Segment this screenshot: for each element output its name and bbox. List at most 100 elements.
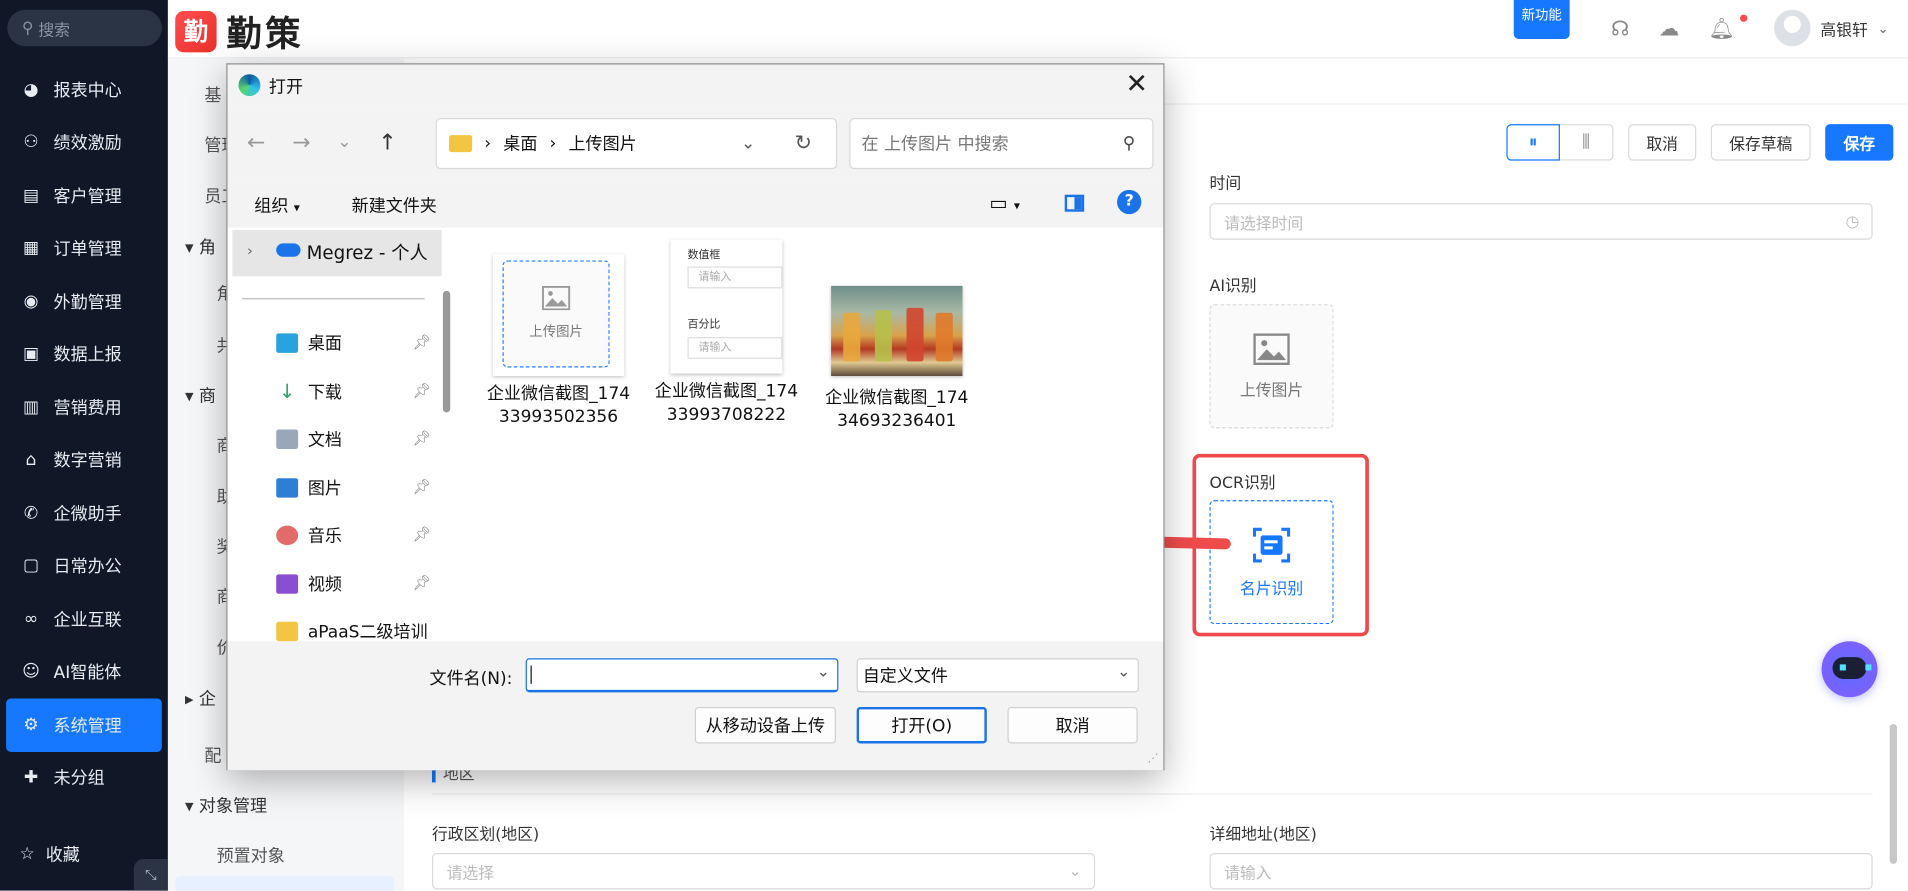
quick-access-item[interactable]: aPaaS二级培训 [276,619,428,643]
favorites-item[interactable]: ☆ 收藏 [19,842,79,866]
quick-access-item[interactable]: 音乐 [276,523,342,547]
drinks-photo-thumbnail [831,285,963,376]
pin-icon[interactable]: 📌︎ [412,333,431,350]
clock-icon: ◷ [1845,212,1860,231]
open-button[interactable]: 打开(O) [856,706,987,744]
sidebar-item-1[interactable]: ⚇ 绩效激励 [0,116,168,169]
file-list: 上传图片 企业微信截图_17433993502356 数值框 请输入 百分比 请… [463,227,1164,642]
subnav-item[interactable]: 基 [204,83,221,107]
drink-glass-shape [843,312,861,362]
address-label: 详细地址(地区) [1209,826,1317,845]
search-input[interactable]: ⚲ 搜索 [7,9,162,47]
navigation-pane: › Megrez - 个人 桌面 📌︎ ↓ 下载 📌︎ 文档 📌︎ 图片 📌︎ 音乐 📌︎ 视频 📌︎ a… [227,227,462,643]
headset-icon[interactable]: ☊ [1611,17,1629,41]
file-item[interactable]: 上传图片 企业微信截图_17433993502356 [486,254,632,429]
chevron-right-icon[interactable]: › [247,242,253,259]
pin-icon[interactable]: 📌︎ [412,526,431,543]
page-scrollbar[interactable] [1889,723,1897,864]
address-placeholder: 请输入 [1224,864,1272,883]
quick-access-item[interactable]: 图片 [276,475,342,499]
organize-menu[interactable]: 组织 ▾ [254,193,300,217]
sidebar-item-13[interactable]: ✚ 未分组 [0,751,168,804]
folder-search-input[interactable]: 在 上传图片 中搜索 ⚲ [849,118,1154,170]
award-icon: ⚇ [23,132,39,153]
dialog-address-row: ← → ⌄ ↑ › 桌面 › 上传图片 ⌄ ↻ 在 上传图片 中搜索 ⚲ [227,105,1164,182]
breadcrumb-desktop[interactable]: 桌面 [503,131,537,155]
pin-icon[interactable]: 📌︎ [412,430,431,447]
close-icon[interactable]: ✕ [1126,69,1148,99]
sidebar-item-3[interactable]: ▦ 订单管理 [0,222,168,275]
subnav-group-objects[interactable]: ▾ 对象管理 [185,793,267,817]
quick-access-item[interactable]: 文档 [276,427,342,451]
view-options-icon[interactable]: ▭ ▾ [989,191,1020,214]
quick-access-item[interactable]: ↓ 下载 [276,379,342,403]
subnav-group-products[interactable]: ▾ 商 [185,383,216,407]
sidebar-item-0[interactable]: ◕ 报表中心 [0,63,168,116]
subnav-item[interactable]: 配 [204,743,221,767]
cancel-button[interactable]: 取消 [1628,124,1697,161]
filename-input[interactable]: ⌄ [525,658,839,693]
search-icon: ⚲ [21,18,34,38]
sidebar-item-label: 客户管理 [53,187,122,207]
pin-icon[interactable]: 📌︎ [412,574,431,591]
recent-chevron-icon[interactable]: ⌄ [337,130,351,156]
chevron-down-icon: ⌄ [1068,862,1082,881]
time-input[interactable]: 请选择时间 ◷ [1209,203,1873,240]
file-item[interactable]: 数值框 请输入 百分比 请输入 企业微信截图_17433993708222 [653,239,799,427]
resize-grip-icon[interactable]: ⋰ [1147,753,1158,765]
address-input[interactable]: 请输入 [1209,852,1873,890]
logo-mark-icon: 勤 [175,10,217,53]
sidebar-item-11[interactable]: ☺ AI智能体 [0,646,168,699]
save-button[interactable]: 保存 [1825,124,1894,161]
three-column-button[interactable]: ⫼ [1559,124,1614,161]
sidebar-item-7[interactable]: ⌂ 数字营销 [0,434,168,487]
ai-assistant-robot-icon[interactable] [1821,641,1878,698]
quick-access-item[interactable]: 桌面 [276,331,342,355]
user-menu[interactable]: 高银轩 ⌄ [1774,9,1889,47]
region-select[interactable]: 请选择 ⌄ [431,852,1096,890]
caret-down-icon: ▾ [293,201,300,216]
drink-glass-shape [935,312,953,362]
sidebar-item-9[interactable]: ▢ 日常办公 [0,540,168,593]
cloud-download-icon[interactable]: ☁ [1659,17,1680,41]
breadcrumb-upload-images[interactable]: 上传图片 [569,131,637,155]
pin-icon[interactable]: 📌︎ [412,478,431,495]
sidebar-item-2[interactable]: ▤ 客户管理 [0,169,168,222]
new-feature-badge[interactable]: 新功能 [1513,0,1570,39]
sidebar-item-12[interactable]: ⚙ 系统管理 [6,698,162,752]
dialog-cancel-button[interactable]: 取消 [1007,706,1138,744]
sidebar-item-6[interactable]: ▥ 营销费用 [0,381,168,434]
new-folder-button[interactable]: 新建文件夹 [352,193,437,217]
back-arrow-icon[interactable]: ← [247,130,265,156]
chevron-down-icon[interactable]: ⌄ [817,663,830,681]
sidebar-item-10[interactable]: ∞ 企业互联 [0,593,168,646]
bell-icon[interactable]: 🔔︎ [1709,17,1735,41]
puzzle-icon: ✚ [23,768,39,788]
preview-pane-icon[interactable] [1064,194,1085,212]
quick-access-item[interactable]: 视频 [276,571,342,595]
help-icon[interactable]: ? [1117,189,1142,215]
collapse-sidebar-icon[interactable]: ⤡ [133,859,168,891]
business-card-ocr-label: 名片识别 [1239,579,1304,599]
refresh-icon[interactable]: ↻ [795,131,812,155]
ai-upload-button[interactable]: 上传图片 [1209,304,1334,429]
pin-icon[interactable]: 📌︎ [412,381,431,398]
subnav-group-enterprise[interactable]: ▸ 企 [185,686,216,710]
save-draft-button[interactable]: 保存草稿 [1710,124,1811,161]
subnav-group-roles[interactable]: ▾ 角 [185,235,216,259]
pane-scrollbar[interactable] [442,290,451,413]
forward-arrow-icon[interactable]: → [292,130,310,156]
subnav-item-preset-objects[interactable]: 预置对象 [217,843,285,867]
file-item[interactable]: 企业微信截图_17434693236401 [824,285,970,433]
upload-from-mobile-button[interactable]: 从移动设备上传 [694,706,836,744]
up-arrow-icon[interactable]: ↑ [378,130,396,156]
sidebar-item-8[interactable]: ✆ 企微助手 [0,487,168,540]
two-column-button[interactable]: ⏸︎ [1506,124,1560,161]
sidebar-item-5[interactable]: ▣ 数据上报 [0,328,168,381]
quick-access-label: aPaaS二级培训 [307,623,428,643]
sidebar-item-4[interactable]: ◉ 外勤管理 [0,275,168,328]
file-type-select[interactable]: 自定义文件 ⌄ [856,658,1139,693]
thumbnail-label: 百分比 [687,318,721,331]
chevron-down-icon[interactable]: ⌄ [741,134,755,153]
address-bar[interactable]: › 桌面 › 上传图片 ⌄ ↻ [435,118,838,170]
